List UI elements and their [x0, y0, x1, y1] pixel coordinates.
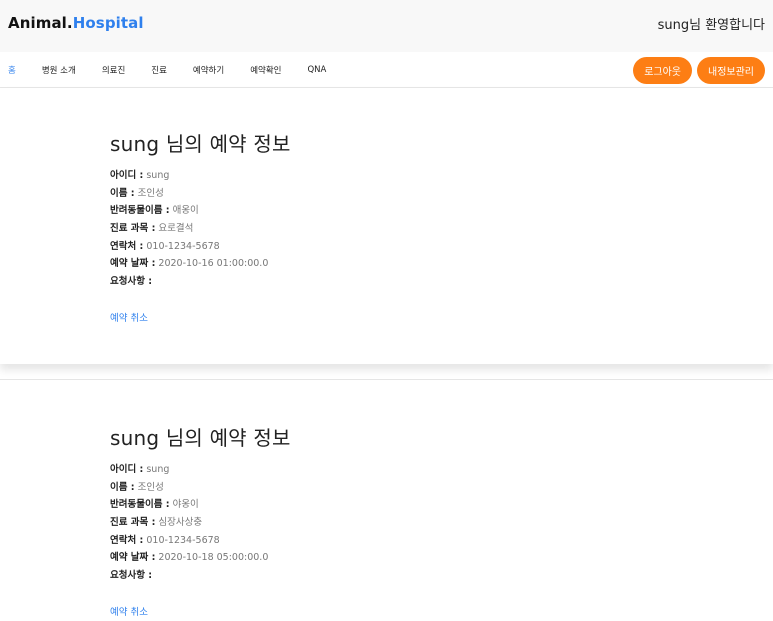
- field-value: 2020-10-16 01:00:00.0: [158, 258, 269, 270]
- field-value: 야옹이: [172, 499, 199, 511]
- field-value: 심장사상충: [158, 517, 203, 529]
- nav-item-hospital-intro[interactable]: 병원 소개: [42, 64, 76, 76]
- field-label: 요청사항 :: [110, 276, 153, 288]
- field-label: 예약 날짜 :: [110, 258, 156, 270]
- field-department: 진료 과목 : 심장사상충: [110, 514, 291, 532]
- nav-menu: 홈 병원 소개 의료진 진료 예약하기 예약확인 QNA: [8, 52, 352, 88]
- reservation-card: sung 님의 예약 정보 아이디 : sung 이름 : 조인성 반려동물이름…: [110, 422, 291, 619]
- field-label: 이름 :: [110, 481, 135, 493]
- field-user-id: 아이디 : sung: [110, 461, 291, 479]
- nav-item-check-reservation[interactable]: 예약확인: [250, 64, 281, 76]
- field-label: 진료 과목 :: [110, 223, 156, 235]
- reservation-section: sung 님의 예약 정보 아이디 : sung 이름 : 조인성 반려동물이름…: [0, 379, 773, 621]
- field-label: 이름 :: [110, 187, 135, 199]
- logo-text-accent: Hospital: [72, 14, 144, 32]
- field-pet-name: 반려동물이름 : 야옹이: [110, 496, 291, 514]
- field-value: 애옹이: [172, 205, 199, 217]
- main-navigation: 홈 병원 소개 의료진 진료 예약하기 예약확인 QNA 로그아웃 내정보관리: [0, 52, 773, 88]
- field-label: 반려동물이름 :: [110, 205, 170, 217]
- field-label: 연락처 :: [110, 240, 144, 252]
- account-buttons: 로그아웃 내정보관리: [628, 57, 765, 84]
- field-phone: 연락처 : 010-1234-5678: [110, 238, 291, 256]
- field-pet-name: 반려동물이름 : 애옹이: [110, 202, 291, 220]
- site-logo[interactable]: Animal.Hospital: [8, 14, 144, 32]
- welcome-message: sung님 환영합니다: [657, 18, 765, 33]
- my-info-button[interactable]: 내정보관리: [697, 57, 765, 84]
- field-value: sung: [146, 464, 170, 475]
- field-label: 아이디 :: [110, 170, 144, 181]
- field-date: 예약 날짜 : 2020-10-16 01:00:00.0: [110, 255, 291, 273]
- nav-item-make-reservation[interactable]: 예약하기: [193, 64, 224, 76]
- field-user-id: 아이디 : sung: [110, 167, 291, 185]
- field-requests: 요청사항 :: [110, 273, 291, 291]
- field-value: 2020-10-18 05:00:00.0: [158, 552, 269, 564]
- logout-button[interactable]: 로그아웃: [633, 57, 692, 84]
- cancel-reservation-link[interactable]: 예약 취소: [110, 604, 148, 618]
- cancel-reservation-link[interactable]: 예약 취소: [110, 310, 148, 324]
- field-label: 진료 과목 :: [110, 517, 156, 529]
- field-date: 예약 날짜 : 2020-10-18 05:00:00.0: [110, 549, 291, 567]
- nav-item-medical-staff[interactable]: 의료진: [102, 64, 125, 76]
- field-value: 010-1234-5678: [146, 534, 220, 546]
- reservation-section: sung 님의 예약 정보 아이디 : sung 이름 : 조인성 반려동물이름…: [0, 88, 773, 364]
- field-name: 이름 : 조인성: [110, 185, 291, 203]
- field-label: 반려동물이름 :: [110, 499, 170, 511]
- nav-item-qna[interactable]: QNA: [307, 65, 326, 75]
- field-label: 요청사항 :: [110, 570, 153, 582]
- field-name: 이름 : 조인성: [110, 479, 291, 497]
- reservation-title: sung 님의 예약 정보: [110, 132, 291, 156]
- field-label: 예약 날짜 :: [110, 552, 156, 564]
- top-header: Animal.Hospital sung님 환영합니다: [0, 0, 773, 52]
- field-label: 연락처 :: [110, 534, 144, 546]
- field-requests: 요청사항 :: [110, 567, 291, 585]
- field-value: 요로결석: [158, 223, 194, 235]
- field-label: 아이디 :: [110, 464, 144, 475]
- field-department: 진료 과목 : 요로결석: [110, 220, 291, 238]
- logo-text-main: Animal.: [8, 14, 73, 32]
- field-value: 010-1234-5678: [146, 240, 220, 252]
- field-phone: 연락처 : 010-1234-5678: [110, 532, 291, 550]
- reservation-title: sung 님의 예약 정보: [110, 426, 291, 450]
- reservation-card: sung 님의 예약 정보 아이디 : sung 이름 : 조인성 반려동물이름…: [110, 128, 291, 325]
- field-value: 조인성: [137, 481, 164, 493]
- nav-item-home[interactable]: 홈: [8, 64, 16, 76]
- field-value: 조인성: [137, 187, 164, 199]
- field-value: sung: [146, 170, 170, 181]
- nav-item-treatment[interactable]: 진료: [151, 64, 167, 76]
